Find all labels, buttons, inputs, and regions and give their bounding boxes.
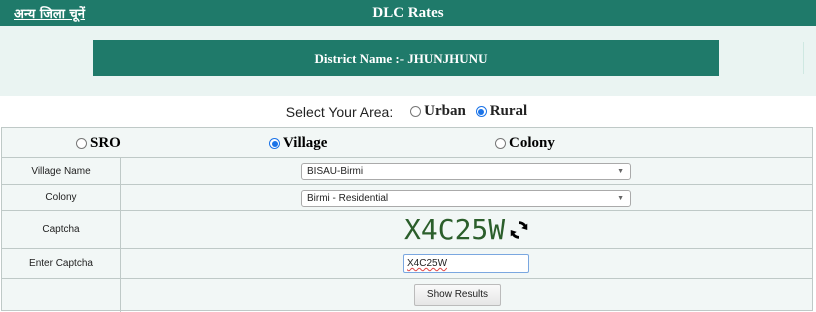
village-cell: BISAU-Birmi ▼: [121, 158, 812, 184]
enter-captcha-row: Enter Captcha X4C25W: [2, 249, 812, 279]
top-bar: अन्य जिला चूनें DLC Rates: [0, 0, 816, 26]
show-results-button[interactable]: Show Results: [414, 284, 501, 306]
location-option-label: Village: [283, 135, 328, 151]
colony-cell: Birmi - Residential ▼: [121, 185, 812, 210]
enter-captcha-cell: X4C25W: [121, 249, 812, 278]
district-banner: District Name :- JHUNJHUNU: [93, 40, 804, 76]
area-label: Select Your Area:: [285, 104, 394, 120]
area-option-label: Rural: [489, 103, 528, 119]
area-option-label: Urban: [424, 103, 466, 119]
divider: [803, 42, 804, 74]
area-option-urban[interactable]: Urban: [410, 103, 466, 120]
location-option-label: SRO: [90, 135, 121, 151]
district-name: District Name :- JHUNJHUNU: [314, 51, 488, 66]
page-title: DLC Rates: [372, 5, 444, 21]
village-row: Village Name BISAU-Birmi ▼: [2, 158, 812, 185]
captcha-label: Captcha: [2, 211, 121, 248]
captcha-input[interactable]: X4C25W: [403, 254, 529, 273]
submit-row: Show Results: [2, 279, 812, 312]
radio-icon[interactable]: [410, 106, 422, 117]
location-option-label: Colony: [509, 135, 555, 151]
captcha-image: X4C25W: [404, 213, 506, 246]
radio-checked-icon[interactable]: [269, 138, 280, 149]
village-select-value: BISAU-Birmi: [307, 166, 364, 177]
search-form: SRO Village Colony Village Name BISAU-Bi…: [1, 127, 813, 312]
captcha-input-value: X4C25W: [407, 258, 448, 269]
village-label: Village Name: [2, 158, 121, 184]
colony-label: Colony: [2, 185, 121, 210]
chevron-down-icon: ▼: [617, 168, 624, 175]
location-option-sro[interactable]: SRO: [76, 135, 121, 152]
colony-select-value: Birmi - Residential: [307, 193, 389, 204]
captcha-cell: X4C25W: [121, 211, 812, 248]
colony-select[interactable]: Birmi - Residential ▼: [301, 190, 631, 207]
area-selector: Select Your Area: Urban Rural: [0, 103, 816, 123]
location-type-row: SRO Village Colony: [2, 128, 812, 158]
colony-row: Colony Birmi - Residential ▼: [2, 185, 812, 211]
empty-label-cell: [2, 279, 121, 312]
chevron-down-icon: ▼: [617, 195, 624, 202]
radio-icon[interactable]: [495, 138, 506, 149]
village-select[interactable]: BISAU-Birmi ▼: [301, 163, 631, 180]
area-option-rural[interactable]: Rural: [475, 103, 528, 120]
radio-checked-icon[interactable]: [475, 106, 487, 117]
captcha-row: Captcha X4C25W: [2, 211, 812, 249]
refresh-icon[interactable]: [508, 219, 530, 241]
location-option-village[interactable]: Village: [269, 135, 327, 152]
submit-cell: Show Results: [121, 279, 812, 312]
location-option-colony[interactable]: Colony: [495, 135, 555, 152]
radio-icon[interactable]: [76, 138, 87, 149]
enter-captcha-label: Enter Captcha: [2, 249, 121, 278]
